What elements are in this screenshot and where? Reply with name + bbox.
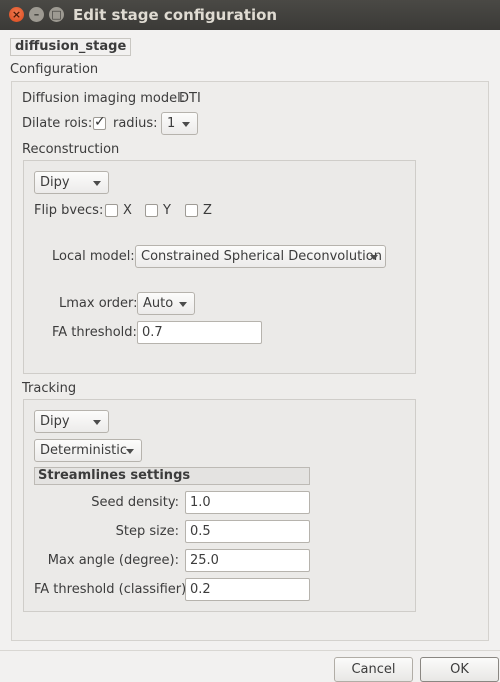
local-model-select[interactable]: Constrained Spherical Deconvolution	[135, 245, 386, 268]
streamlines-settings-header: Streamlines settings	[34, 467, 310, 485]
cancel-button[interactable]: Cancel	[334, 657, 413, 682]
fa-threshold-classifier-input[interactable]: 0.2	[185, 578, 310, 601]
tracking-tool-select[interactable]: Dipy	[34, 410, 109, 433]
dilate-rois-checkbox[interactable]: ✓	[93, 114, 106, 130]
window-title: Edit stage configuration	[73, 6, 278, 24]
lmax-order-select[interactable]: Auto	[137, 292, 195, 315]
local-model-label: Local model:	[52, 249, 135, 264]
maximize-icon[interactable]: □	[49, 7, 64, 22]
diffusion-model-label: Diffusion imaging model:	[22, 91, 186, 106]
radius-label: radius:	[113, 116, 158, 131]
flip-bvecs-label: Flip bvecs:	[34, 203, 104, 218]
step-size-input[interactable]: 0.5	[185, 520, 310, 543]
chevron-down-icon	[179, 302, 187, 307]
max-angle-input[interactable]: 25.0	[185, 549, 310, 572]
ok-button[interactable]: OK	[420, 657, 499, 682]
flip-y-checkbox[interactable]	[145, 204, 158, 217]
step-size-label: Step size:	[115, 524, 179, 539]
tracking-tool-value: Dipy	[40, 414, 70, 429]
diffusion-model-value: DTI	[179, 91, 201, 106]
flip-y-label: Y	[163, 203, 171, 218]
chevron-down-icon	[126, 449, 134, 454]
flip-x-label: X	[123, 203, 132, 218]
close-icon[interactable]: ×	[9, 7, 24, 22]
chevron-down-icon	[93, 181, 101, 186]
max-angle-label: Max angle (degree):	[47, 553, 179, 568]
lmax-order-value: Auto	[143, 296, 174, 311]
tracking-mode-value: Deterministic	[40, 443, 127, 458]
fa-threshold-label: FA threshold:	[52, 325, 137, 340]
radius-value: 1	[167, 116, 176, 131]
chevron-down-icon	[182, 122, 190, 127]
flip-x-checkbox[interactable]	[105, 204, 118, 217]
dilate-rois-label: Dilate rois:	[22, 116, 93, 131]
local-model-value: Constrained Spherical Deconvolution	[141, 249, 382, 264]
tracking-group-title: Tracking	[22, 381, 77, 396]
reconstruction-tool-value: Dipy	[40, 175, 70, 190]
lmax-order-label: Lmax order:	[59, 296, 138, 311]
reconstruction-group-title: Reconstruction	[22, 142, 120, 157]
seed-density-input[interactable]: 1.0	[185, 491, 310, 514]
reconstruction-tool-select[interactable]: Dipy	[34, 171, 109, 194]
title-bar: × – □ Edit stage configuration	[0, 0, 500, 30]
checkmark-icon: ✓	[94, 114, 106, 130]
stage-name-label: diffusion_stage	[10, 38, 132, 56]
flip-z-label: Z	[203, 203, 212, 218]
footer-divider	[0, 650, 500, 651]
seed-density-label: Seed density:	[91, 495, 179, 510]
minimize-icon[interactable]: –	[29, 7, 44, 22]
fa-threshold-classifier-label: FA threshold (classifier):	[34, 582, 191, 597]
flip-z-checkbox[interactable]	[185, 204, 198, 217]
configuration-group-title: Configuration	[10, 62, 99, 77]
tracking-mode-select[interactable]: Deterministic	[34, 439, 142, 462]
chevron-down-icon	[93, 420, 101, 425]
radius-select[interactable]: 1	[161, 112, 198, 135]
chevron-down-icon	[370, 255, 378, 260]
fa-threshold-input[interactable]: 0.7	[137, 321, 262, 344]
